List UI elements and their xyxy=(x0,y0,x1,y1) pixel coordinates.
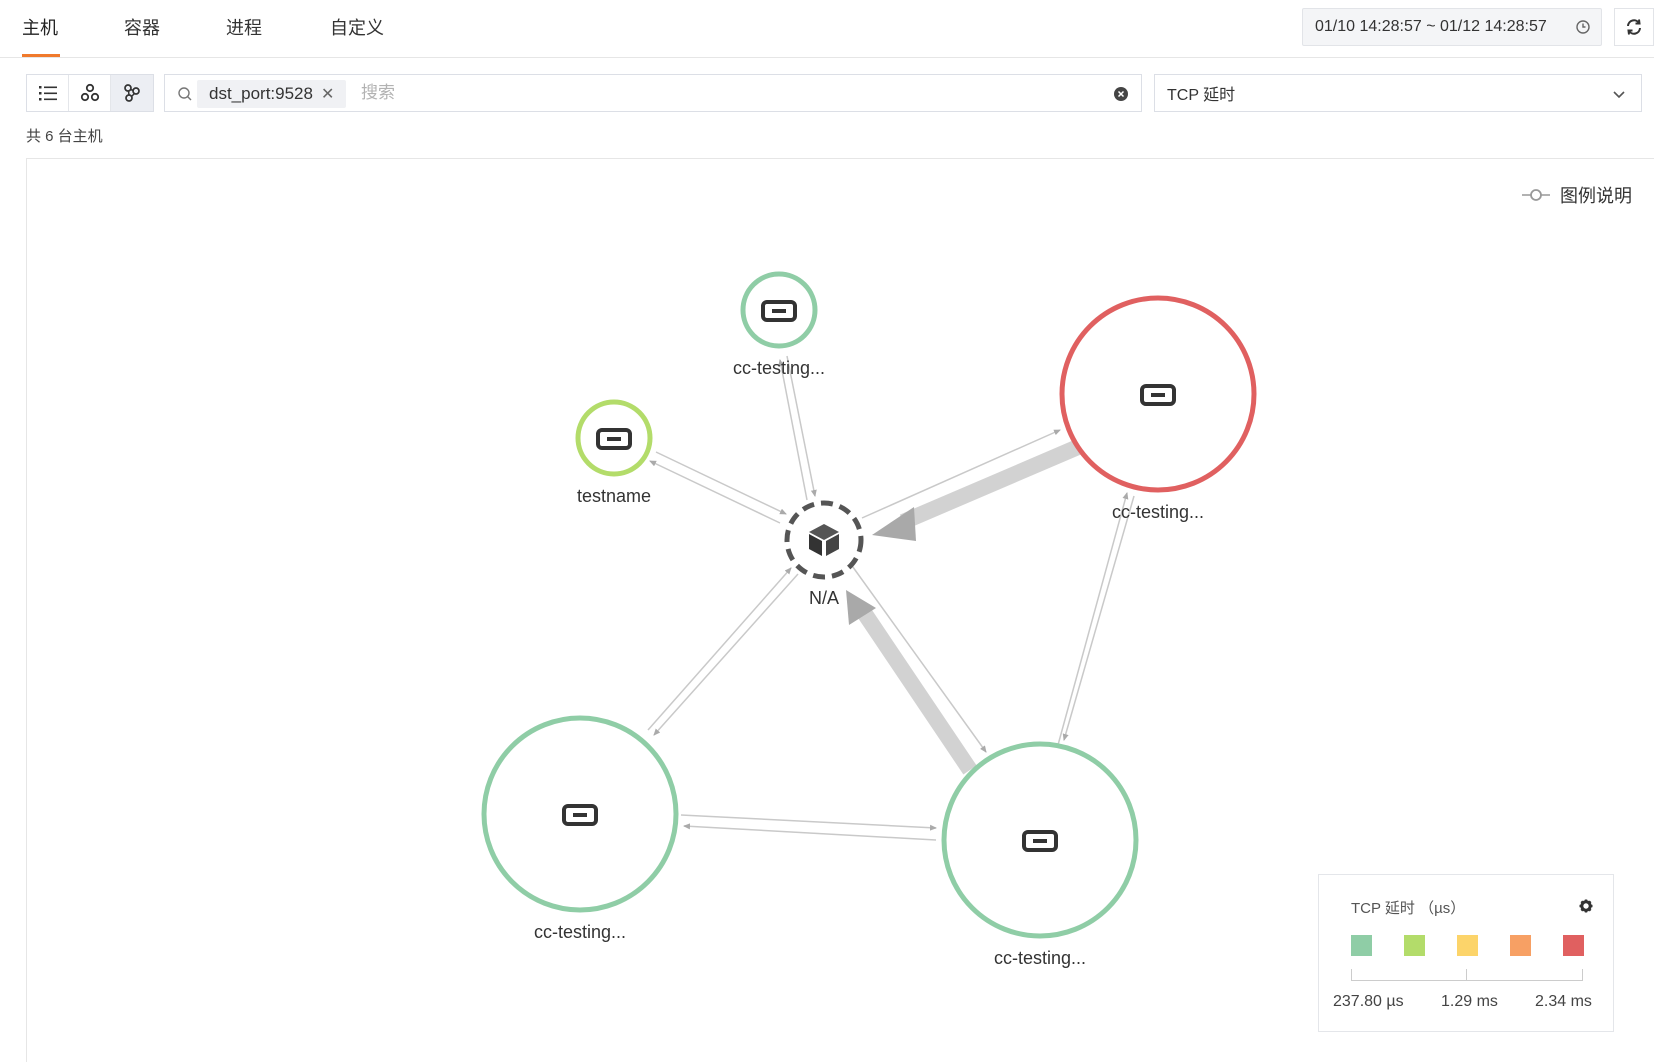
legend-title: TCP 延时 （µs） xyxy=(1351,900,1466,917)
center-node-label: N/A xyxy=(809,588,839,608)
legend-swatch xyxy=(1563,935,1584,956)
host-node-label: cc-testing... xyxy=(1112,502,1204,522)
legend-mid-label: 1.29 ms xyxy=(1441,993,1498,1010)
host-node[interactable]: cc-testing... xyxy=(941,741,1139,968)
edge xyxy=(655,451,787,515)
host-node[interactable]: cc-testing... xyxy=(1059,295,1257,522)
host-node-label: cc-testing... xyxy=(994,948,1086,968)
legend-min-label: 237.80 µs xyxy=(1333,993,1404,1010)
legend-swatches xyxy=(1351,935,1584,956)
scale-tick xyxy=(1351,969,1352,981)
center-node[interactable]: N/A xyxy=(784,500,864,608)
edge xyxy=(683,823,937,841)
heavy-edge xyxy=(899,439,1082,530)
gear-icon[interactable] xyxy=(1579,899,1593,913)
edge xyxy=(849,562,987,753)
edge xyxy=(649,460,781,524)
edge xyxy=(778,359,808,501)
color-legend: TCP 延时 （µs） 237.80 µs 1.29 ms 2.34 ms xyxy=(1318,874,1614,1032)
scale-tick xyxy=(1466,969,1467,981)
heavy-edge xyxy=(858,609,977,775)
legend-swatch xyxy=(1404,935,1425,956)
host-node[interactable]: cc-testing... xyxy=(481,715,679,942)
legend-swatch xyxy=(1351,935,1372,956)
host-node-label: cc-testing... xyxy=(733,358,825,378)
host-node-label: testname xyxy=(577,486,651,506)
edge xyxy=(653,573,799,736)
legend-max-label: 2.34 ms xyxy=(1535,993,1592,1010)
legend-scale xyxy=(1351,967,1583,981)
host-node[interactable]: testname xyxy=(575,399,653,506)
edge xyxy=(1062,495,1135,741)
edge xyxy=(647,567,792,731)
legend-swatch xyxy=(1457,935,1478,956)
legend-swatch xyxy=(1510,935,1531,956)
scale-tick xyxy=(1582,969,1583,981)
edge xyxy=(1057,492,1129,746)
host-node-label: cc-testing... xyxy=(534,922,626,942)
host-node[interactable]: cc-testing... xyxy=(733,271,825,378)
edge xyxy=(680,814,937,831)
thick-edges xyxy=(846,439,1082,775)
heavy-edge-arrow xyxy=(872,507,916,541)
